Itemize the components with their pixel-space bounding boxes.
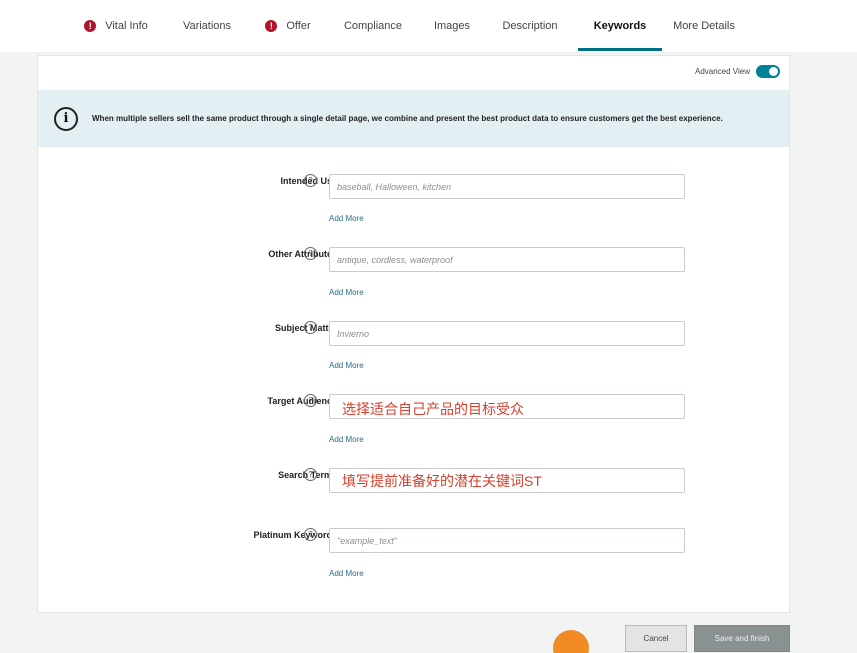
tab-label: Description bbox=[502, 20, 558, 32]
tab-keywords[interactable]: Keywords bbox=[578, 0, 662, 52]
help-icon[interactable]: ? bbox=[304, 394, 317, 407]
keywords-form-card: Advanced View i When multiple sellers se… bbox=[37, 55, 790, 613]
advanced-view-toggle[interactable]: Advanced View bbox=[695, 65, 780, 78]
help-icon[interactable]: ? bbox=[304, 528, 317, 541]
help-icon[interactable]: ? bbox=[304, 247, 317, 260]
tab-variations[interactable]: Variations bbox=[178, 0, 236, 52]
tab-compliance[interactable]: Compliance bbox=[340, 0, 406, 52]
tab-label: Keywords bbox=[593, 20, 647, 32]
platinum-keywords-add-more-link[interactable]: Add More bbox=[329, 569, 364, 578]
intended-use-input[interactable] bbox=[329, 174, 685, 199]
tab-vital-info[interactable]: ! Vital Info bbox=[80, 0, 152, 52]
help-icon[interactable]: ? bbox=[304, 174, 317, 187]
tab-label: Offer bbox=[286, 20, 311, 32]
subject-matter-add-more-link[interactable]: Add More bbox=[329, 361, 364, 370]
cursor-highlight bbox=[553, 630, 589, 653]
tab-images[interactable]: Images bbox=[428, 0, 476, 52]
tab-description[interactable]: Description bbox=[496, 0, 564, 52]
tab-label: More Details bbox=[673, 20, 735, 32]
target-audience-input[interactable] bbox=[329, 394, 685, 419]
search-terms-input[interactable] bbox=[329, 468, 685, 493]
tab-label: Variations bbox=[182, 20, 232, 32]
other-attributes-add-more-link[interactable]: Add More bbox=[329, 288, 364, 297]
tab-label: Compliance bbox=[343, 20, 403, 32]
advanced-view-label: Advanced View bbox=[695, 67, 750, 76]
info-icon: i bbox=[54, 106, 78, 131]
banner-text: When multiple sellers sell the same prod… bbox=[92, 114, 723, 123]
help-icon[interactable]: ? bbox=[304, 468, 317, 481]
intended-use-add-more-link[interactable]: Add More bbox=[329, 214, 364, 223]
tab-more-details[interactable]: More Details bbox=[668, 0, 740, 52]
target-audience-add-more-link[interactable]: Add More bbox=[329, 435, 364, 444]
cancel-button[interactable]: Cancel bbox=[625, 625, 687, 652]
tab-offer[interactable]: ! Offer bbox=[262, 0, 314, 52]
save-and-finish-button[interactable]: Save and finish bbox=[694, 625, 790, 652]
tab-label: Vital Info bbox=[105, 20, 148, 32]
error-icon: ! bbox=[265, 20, 278, 32]
help-icon[interactable]: ? bbox=[304, 321, 317, 334]
info-banner: i When multiple sellers sell the same pr… bbox=[38, 90, 789, 147]
toggle-switch[interactable] bbox=[756, 65, 780, 78]
error-icon: ! bbox=[84, 20, 97, 32]
platinum-keywords-input[interactable] bbox=[329, 528, 685, 553]
tab-bar: ! Vital Info Variations ! Offer Complian… bbox=[0, 0, 857, 52]
subject-matter-input[interactable] bbox=[329, 321, 685, 346]
tab-label: Images bbox=[433, 20, 471, 32]
other-attributes-input[interactable] bbox=[329, 247, 685, 272]
